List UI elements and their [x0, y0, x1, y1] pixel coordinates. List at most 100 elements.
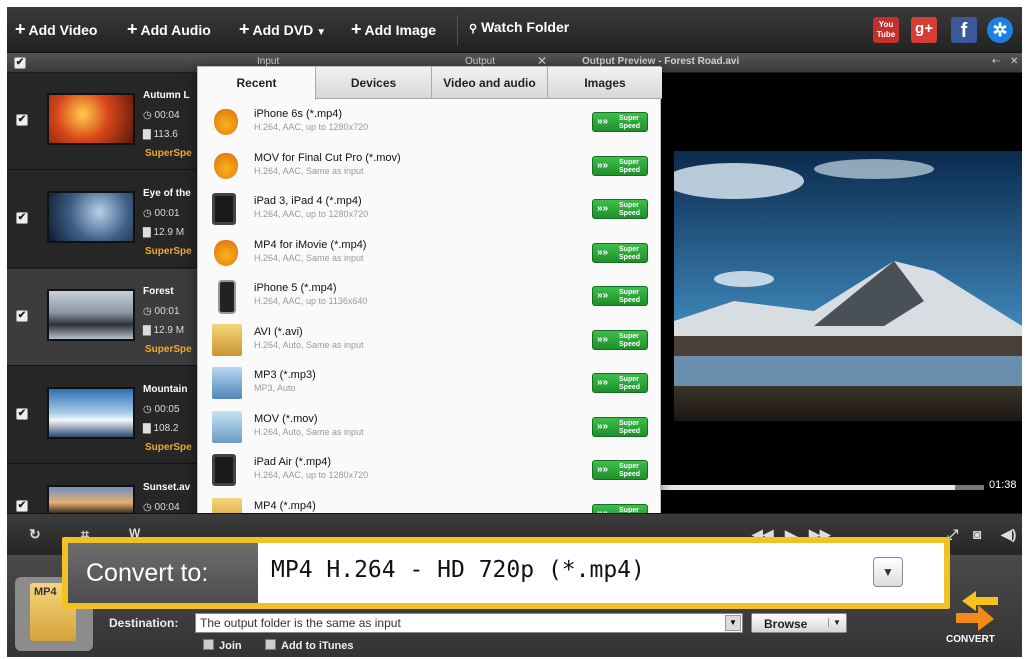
format-description: H.264, AAC, Same as input [254, 165, 364, 176]
convert-arrows-icon [956, 591, 998, 631]
format-item[interactable]: iPad Air (*.mp4) H.264, AAC, up to 1280x7… [198, 448, 662, 491]
superspeed-top-text: Super [619, 289, 639, 296]
minimize-preview-icon[interactable]: ⇠ [992, 56, 1000, 67]
close-preview-icon[interactable]: ✕ [1010, 56, 1018, 67]
ipad-icon [212, 454, 236, 486]
clock-icon: ◷ [143, 208, 155, 219]
file-row-selected[interactable]: ✔ Forest ◷ 00:01 ▇ 12.9 M SuperSpe [7, 269, 197, 366]
rotate-icon[interactable]: ↻ [29, 526, 41, 543]
superspeed-bottom-text: Speed [619, 123, 641, 130]
format-item[interactable]: iPad 3, iPad 4 (*.mp4) H.264, AAC, up to … [198, 187, 662, 230]
format-item[interactable]: MP4 for iMovie (*.mp4) H.264, AAC, Same a… [198, 231, 662, 274]
tab-devices[interactable]: Devices [316, 67, 432, 99]
file-checkbox[interactable]: ✔ [16, 212, 28, 224]
tab-images[interactable]: Images [548, 67, 662, 99]
superspeed-badge: »» SuperSpeed [592, 416, 648, 437]
add-audio-button[interactable]: + Add Audio [127, 19, 211, 40]
snapshot-icon[interactable]: ◙ [973, 526, 981, 542]
add-image-button[interactable]: + Add Image [351, 19, 436, 40]
apple-icon [214, 152, 238, 179]
format-item[interactable]: MP3 (*.mp3) MP3, Auto »» Super Speed [198, 361, 662, 404]
movavi-logo-icon[interactable]: ✲ [987, 17, 1013, 43]
superspeed-bottom-text: Speed [619, 471, 641, 478]
file-duration: ◷ 00:01 [143, 306, 180, 317]
format-description: H.264, AAC, up to 1136x640 [254, 296, 368, 306]
convert-to-format-field[interactable]: MP4 H.264 - HD 720p (*.mp4) [271, 557, 645, 583]
format-tabs: Recent Devices Video and audio Images [198, 67, 662, 100]
superspeed-label: SuperSpe [145, 148, 192, 159]
file-checkbox[interactable]: ✔ [16, 500, 28, 512]
file-duration: ◷ 00:04 [143, 110, 180, 121]
superspeed-top-text: Super [619, 376, 639, 383]
superspeed-top-text: Super [619, 202, 639, 209]
format-description: H.264, AAC, up to 1280x720 [254, 122, 369, 132]
tab-recent[interactable]: Recent [198, 67, 316, 100]
format-item[interactable]: MOV (*.mov) H.264, Auto, Same as input »» S… [198, 405, 662, 448]
superspeed-badge: »» SuperSpeed [592, 460, 648, 480]
format-name: iPhone 5 (*.mp4) [254, 282, 337, 294]
file-list: ✔ Autumn L ◷ 00:04 ▇ 113.6 SuperSpe ✔ Ey… [7, 73, 197, 562]
tab-video-and-audio[interactable]: Video and audio [432, 67, 548, 99]
superspeed-badge-label: SuperSpeed [619, 420, 640, 436]
select-all-checkbox[interactable]: ✔ [14, 57, 26, 69]
format-item[interactable]: AVI (*.avi) H.264, Auto, Same as input »» S… [198, 318, 662, 361]
format-name: AVI (*.avi) [254, 325, 303, 338]
add-to-itunes-option[interactable]: Add to iTunes [265, 639, 354, 652]
superspeed-bottom-text: Speed [619, 384, 641, 391]
superspeed-bottom-text: Speed [619, 297, 641, 304]
superspeed-badge: »» SuperSpeed [592, 242, 648, 263]
chevron-down-icon[interactable]: ▼ [873, 557, 903, 587]
itunes-checkbox[interactable] [265, 639, 276, 650]
fast-arrows-icon: »» [597, 116, 609, 127]
add-video-button[interactable]: + Add Video [15, 19, 97, 40]
superspeed-label: SuperSpe [145, 344, 192, 355]
format-item[interactable]: iPhone 6s (*.mp4) H.264, AAC, up to 1280x… [198, 100, 662, 143]
plus-icon: + [127, 19, 138, 39]
file-checkbox[interactable]: ✔ [16, 310, 28, 322]
file-row[interactable]: ✔ Autumn L ◷ 00:04 ▇ 113.6 SuperSpe [7, 73, 197, 170]
clock-icon: ◷ [143, 502, 155, 513]
superspeed-badge-label: SuperSpeed [619, 159, 640, 175]
format-name: MP4 for iMovie (*.mp4) [254, 238, 367, 251]
file-size: ▇ 12.9 M [143, 227, 185, 238]
plus-icon: + [351, 19, 362, 39]
file-size: ▇ 108.2 [143, 423, 179, 434]
superspeed-badge-label: SuperSpeed [619, 115, 640, 131]
file-row[interactable]: ✔ Mountain ◷ 00:05 ▇ 108.2 SuperSpe [7, 367, 197, 464]
join-option[interactable]: Join [203, 639, 242, 652]
join-checkbox[interactable] [203, 639, 214, 650]
mov-file-icon [212, 410, 242, 443]
preview-image [674, 151, 1022, 421]
youtube-icon[interactable]: You Tube [873, 17, 899, 43]
file-row[interactable]: ✔ Eye of the ◷ 00:01 ▇ 12.9 M SuperSpe [7, 171, 197, 268]
file-icon: ▇ [143, 129, 154, 140]
format-item[interactable]: MOV for Final Cut Pro (*.mov) H.264, AAC,… [198, 144, 662, 187]
superspeed-bottom-text: Speed [619, 166, 641, 174]
destination-dropdown-icon[interactable]: ▼ [725, 615, 741, 631]
destination-field[interactable]: The output folder is the same as input [195, 613, 743, 633]
browse-button[interactable]: Browse ▼ [751, 613, 847, 633]
plus-icon: + [239, 19, 250, 39]
convert-to-label: Convert to: [68, 543, 258, 603]
file-checkbox[interactable]: ✔ [16, 408, 28, 420]
add-dvd-button[interactable]: + Add DVD ▼ [239, 19, 326, 40]
google-plus-icon[interactable]: g+ [911, 17, 937, 43]
format-item[interactable]: iPhone 5 (*.mp4) H.264, AAC, up to 1136x6… [198, 274, 662, 317]
convert-button[interactable]: CONVERT [942, 589, 1012, 649]
file-checkbox[interactable]: ✔ [16, 114, 28, 126]
superspeed-badge-label: SuperSpeed [619, 289, 640, 305]
superspeed-top-text: Super [619, 115, 639, 122]
superspeed-bottom-text: Speed [619, 340, 641, 348]
superspeed-label: SuperSpe [145, 246, 192, 257]
file-name: Sunset.av [143, 482, 191, 493]
watch-folder-button[interactable]: ⚲ Watch Folder [469, 19, 569, 35]
format-description: H.264, Auto, Same as input [254, 426, 364, 437]
convert-to-highlight: Convert to: MP4 H.264 - HD 720p (*.mp4) … [62, 537, 950, 609]
superspeed-top-text: Super [619, 158, 639, 166]
facebook-icon[interactable]: f [951, 17, 977, 43]
duration-label: 01:38 [989, 479, 1017, 491]
clock-icon: ◷ [143, 110, 155, 121]
volume-icon[interactable]: ◀) [1001, 526, 1016, 543]
video-thumbnail [47, 387, 135, 439]
fast-arrows-icon: »» [597, 203, 609, 214]
